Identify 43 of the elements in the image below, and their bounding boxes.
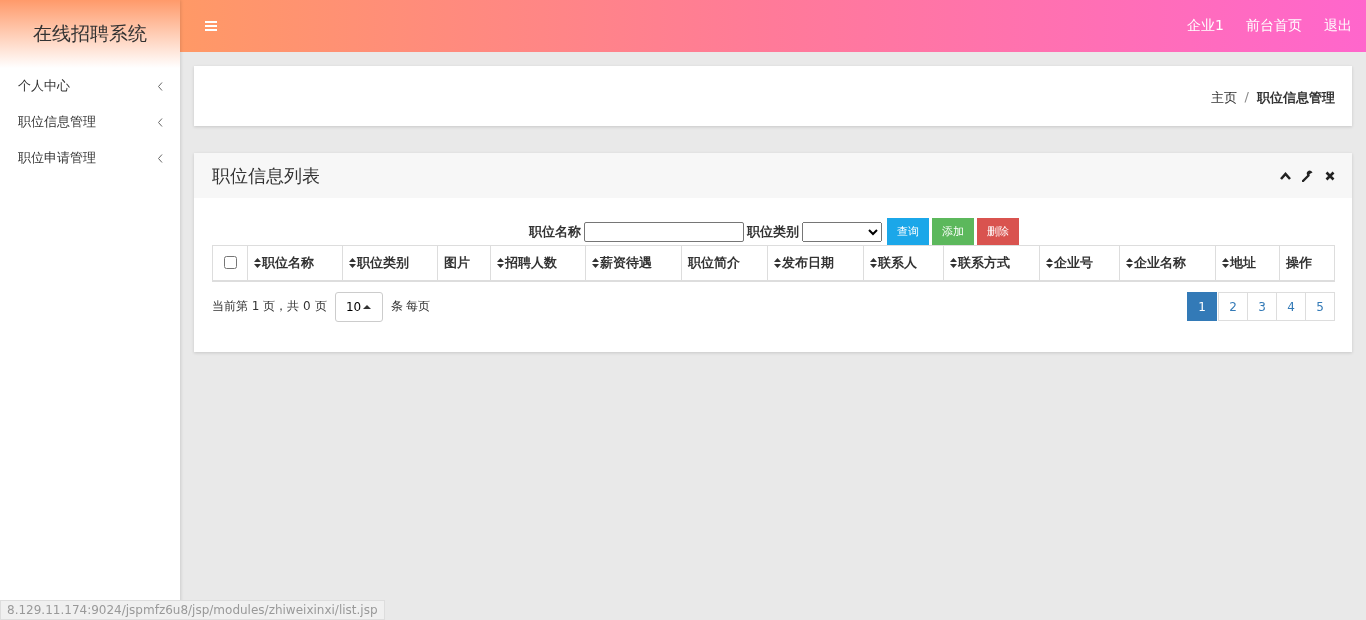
column-header[interactable]: 职位名称 <box>247 245 343 281</box>
column-header: 图片 <box>437 245 491 281</box>
column-header[interactable]: 地址 <box>1215 245 1280 281</box>
panel-title: 职位信息列表 <box>212 163 320 188</box>
sidebar-item[interactable]: 职位申请管理 <box>0 140 180 176</box>
column-header: 操作 <box>1279 245 1335 281</box>
page-button[interactable]: 4 <box>1276 292 1306 321</box>
page-button[interactable]: 2 <box>1218 292 1248 321</box>
select-all-checkbox[interactable] <box>224 256 237 270</box>
breadcrumb-separator: / <box>1244 89 1249 106</box>
wrench-icon[interactable] <box>1302 169 1314 182</box>
position-name-field[interactable] <box>583 221 744 242</box>
column-header[interactable]: 职位类别 <box>342 245 438 281</box>
chevron-icon <box>157 117 163 127</box>
chevron-icon <box>157 81 163 91</box>
field-label: 职位名称 <box>528 222 581 241</box>
column-header: 职位简介 <box>681 245 768 281</box>
chevron-icon <box>157 153 163 163</box>
page-button[interactable]: 5 <box>1305 292 1335 321</box>
sidebar-item[interactable]: 职位信息管理 <box>0 104 180 140</box>
page-size-dropdown[interactable]: 10 <box>334 291 383 322</box>
app-title: 在线招聘系统 <box>33 21 147 46</box>
column-header[interactable]: 联系人 <box>863 245 944 281</box>
breadcrumb-item: 职位信息管理 <box>1257 89 1335 107</box>
collapse-icon[interactable] <box>1280 171 1291 180</box>
close-icon[interactable] <box>1325 170 1335 181</box>
sidebar-item[interactable]: 个人中心 <box>0 68 180 104</box>
column-header[interactable]: 企业名称 <box>1119 245 1216 281</box>
page-button[interactable]: 3 <box>1247 292 1277 321</box>
caret-icon <box>363 304 372 309</box>
page-button[interactable]: 1 <box>1187 292 1217 321</box>
column-header[interactable]: 企业号 <box>1039 245 1120 281</box>
position-type-select[interactable] <box>801 221 882 242</box>
column-header[interactable]: 薪资待遇 <box>585 245 682 281</box>
column-header[interactable]: 招聘人数 <box>490 245 586 281</box>
per-page-label: 条 每页 <box>390 298 431 315</box>
status-bar-url: 8.129.11.174:9024/jspmfz6u8/jsp/modules/zhiweixinxi/list.jsp <box>0 600 385 620</box>
page-info: 当前第 1 页，共 0 页 <box>212 298 327 315</box>
column-header[interactable]: 发布日期 <box>767 245 864 281</box>
field-label: 职位类别 <box>746 222 799 241</box>
breadcrumb-item[interactable]: 主页 <box>1210 89 1237 107</box>
delete-button[interactable]: 删除 <box>976 218 1019 245</box>
column-header[interactable]: 联系方式 <box>943 245 1040 281</box>
